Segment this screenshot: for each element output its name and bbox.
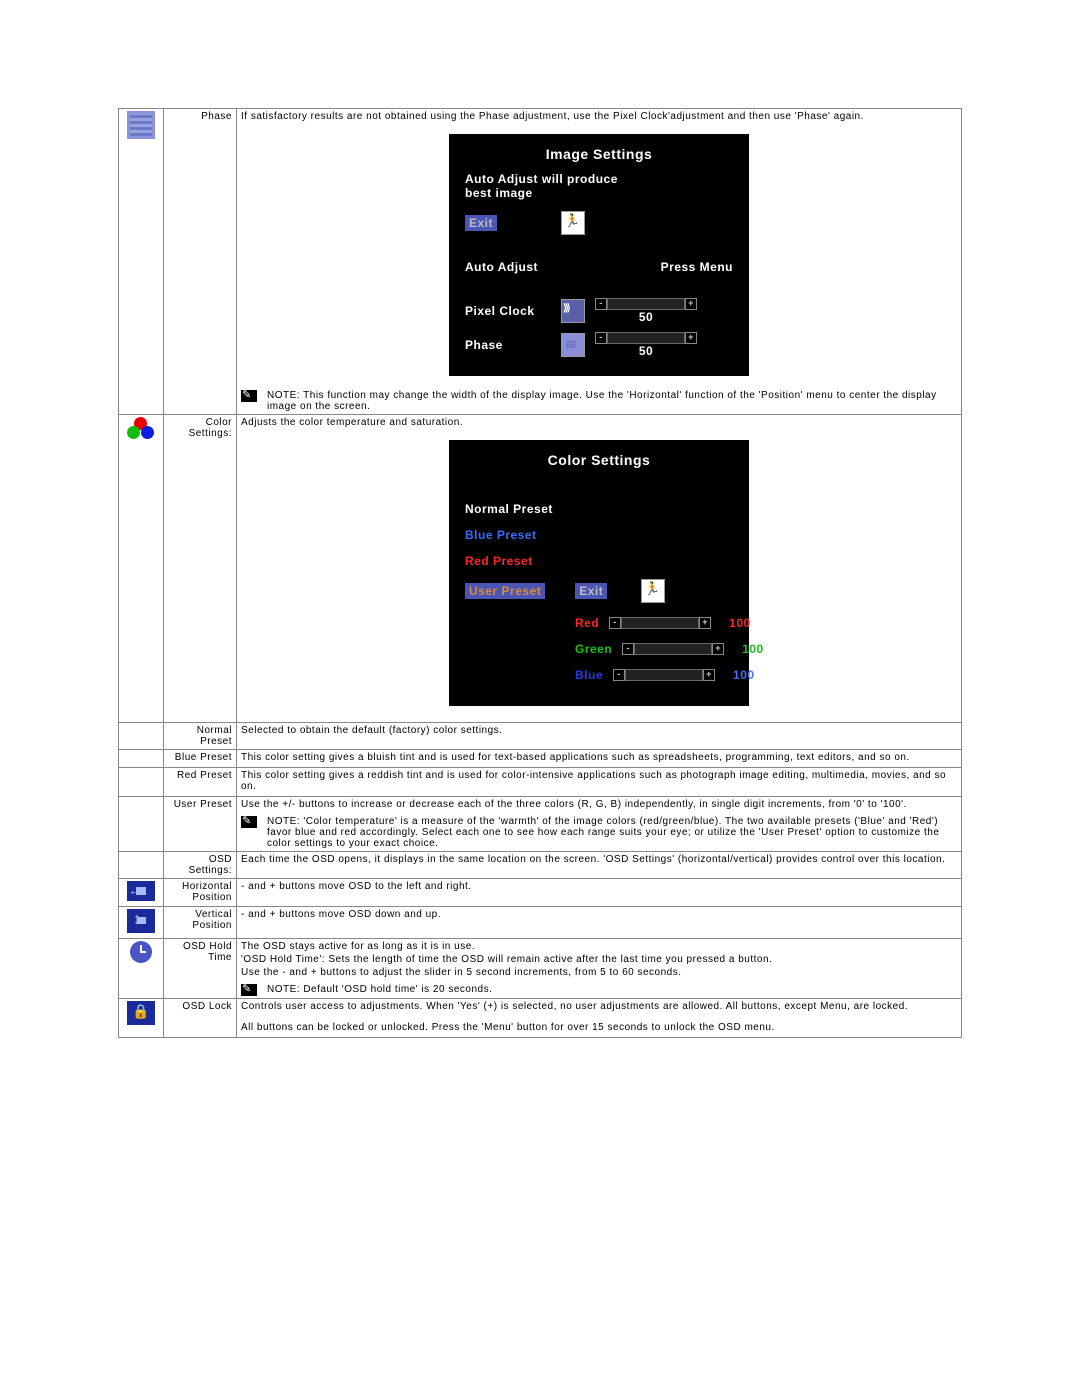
- osd1-press: Press Menu: [661, 260, 733, 274]
- pixelclock-icon: [561, 299, 585, 323]
- phase-label: Phase: [164, 109, 237, 415]
- phase-slider: -+ 50: [595, 332, 697, 358]
- osd-label: OSD Settings:: [164, 852, 237, 879]
- osd2-r: Red: [575, 616, 599, 630]
- lock-icon: [127, 1001, 155, 1025]
- osd2-title: Color Settings: [465, 452, 733, 478]
- osd1-msg2: best image: [465, 186, 733, 200]
- vpos-icon: [127, 909, 155, 933]
- hold-t3: Use the - and + buttons to adjust the sl…: [241, 967, 957, 978]
- normal-text: Selected to obtain the default (factory)…: [241, 725, 957, 736]
- osd2-b: Blue: [575, 668, 603, 682]
- osd2-bv: 100: [733, 668, 755, 682]
- clock-icon: [130, 941, 152, 963]
- osd2-blue: Blue Preset: [465, 528, 537, 542]
- note-icon: [241, 390, 257, 402]
- user-note: NOTE: 'Color temperature' is a measure o…: [267, 816, 957, 849]
- osd2-g: Green: [575, 642, 612, 656]
- hold-note: NOTE: Default 'OSD hold time' is 20 seco…: [267, 984, 492, 996]
- user-text: Use the +/- buttons to increase or decre…: [241, 799, 957, 810]
- osd2-exit: Exit: [575, 583, 607, 599]
- color-label: Color Settings:: [164, 415, 237, 723]
- note-icon: [241, 816, 257, 828]
- vpos-text: - and + buttons move OSD down and up.: [241, 909, 957, 920]
- phase-icon: [127, 111, 155, 139]
- osd-text: Each time the OSD opens, it displays in …: [241, 854, 957, 865]
- normal-label: Normal Preset: [164, 723, 237, 750]
- exit-icon-2: [641, 579, 665, 603]
- user-label: User Preset: [164, 797, 237, 852]
- hpos-label: Horizontal Position: [164, 879, 237, 907]
- osd1-pclock: Pixel Clock: [465, 304, 551, 318]
- green-slider: -+: [622, 643, 724, 655]
- hpos-icon: [127, 881, 155, 901]
- phase-note: NOTE: This function may change the width…: [267, 390, 957, 412]
- osd1-auto: Auto Adjust: [465, 260, 551, 274]
- phase-text: If satisfactory results are not obtained…: [241, 111, 957, 122]
- exit-icon: [561, 211, 585, 235]
- lock-t1: Controls user access to adjustments. Whe…: [241, 1001, 957, 1012]
- hold-t2: 'OSD Hold Time': Sets the length of time…: [241, 954, 957, 965]
- osd1-msg1: Auto Adjust will produce: [465, 172, 733, 186]
- lock-t2: All buttons can be locked or unlocked. P…: [241, 1022, 957, 1033]
- red-text: This color setting gives a reddish tint …: [241, 770, 957, 792]
- osd1-title: Image Settings: [465, 146, 733, 172]
- blue-text: This color setting gives a bluish tint a…: [241, 752, 957, 763]
- osd2-rv: 100: [729, 616, 751, 630]
- blue-label: Blue Preset: [164, 750, 237, 768]
- color-settings-osd: Color Settings Normal Preset Blue Preset…: [449, 440, 749, 706]
- color-icon: [127, 417, 155, 439]
- hold-t1: The OSD stays active for as long as it i…: [241, 941, 957, 952]
- osd1-exit: Exit: [465, 215, 497, 231]
- pclock-slider: -+ 50: [595, 298, 697, 324]
- red-label: Red Preset: [164, 768, 237, 797]
- osd2-red: Red Preset: [465, 554, 533, 568]
- note-icon: [241, 984, 257, 996]
- osd2-gv: 100: [742, 642, 764, 656]
- image-settings-osd: Image Settings Auto Adjust will produce …: [449, 134, 749, 376]
- osd2-user: User Preset: [465, 583, 545, 599]
- blue-slider: -+: [613, 669, 715, 681]
- lock-label: OSD Lock: [164, 999, 237, 1038]
- phase-mini-icon: [561, 333, 585, 357]
- osd1-phase: Phase: [465, 338, 551, 352]
- spec-table: Phase If satisfactory results are not ob…: [118, 108, 962, 1038]
- hpos-text: - and + buttons move OSD to the left and…: [241, 881, 957, 892]
- vpos-label: Vertical Position: [164, 907, 237, 939]
- red-slider: -+: [609, 617, 711, 629]
- osd2-normal: Normal Preset: [465, 502, 553, 516]
- color-text: Adjusts the color temperature and satura…: [241, 417, 957, 428]
- hold-label: OSD Hold Time: [164, 939, 237, 999]
